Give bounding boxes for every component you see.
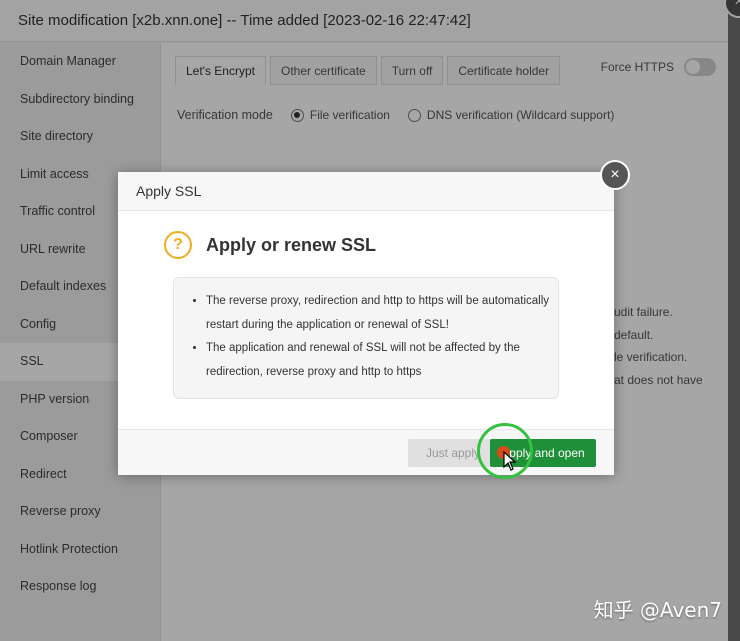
dialog-close-icon[interactable]: × — [600, 160, 630, 190]
question-icon: ? — [164, 231, 192, 259]
apply-ssl-dialog: Apply SSL × ? Apply or renew SSL The rev… — [118, 160, 630, 475]
dialog-message-box: The reverse proxy, redirection and http … — [173, 277, 559, 399]
dialog-heading: Apply or renew SSL — [206, 234, 377, 255]
dialog-header: ? Apply or renew SSL — [164, 231, 376, 259]
dialog-bullet: The application and renewal of SSL will … — [206, 337, 558, 384]
dialog-title: Apply SSL — [118, 172, 614, 211]
mouse-cursor-icon — [503, 451, 517, 471]
watermark: 知乎 @Aven7 — [593, 598, 722, 622]
dialog-bullet: The reverse proxy, redirection and http … — [206, 290, 558, 337]
dialog-footer: Just apply Apply and open — [118, 429, 614, 475]
